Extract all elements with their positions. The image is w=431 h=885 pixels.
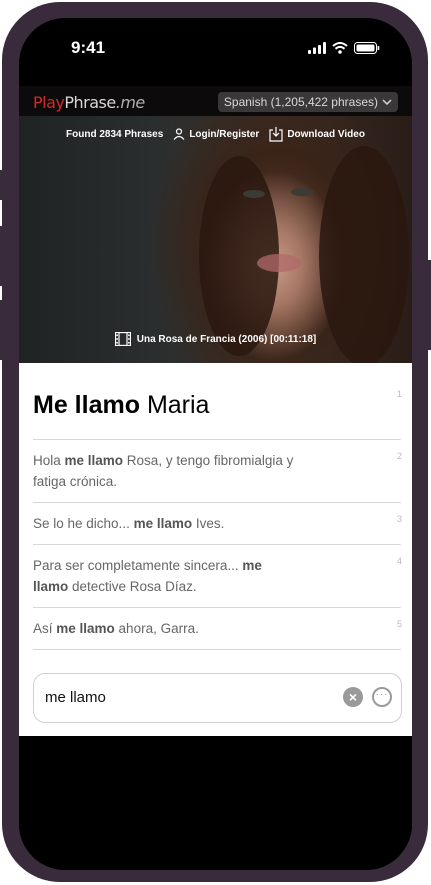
phrase-number: 3 (396, 514, 402, 524)
results-panel: Me llamo Maria 1 Hola me llamo Rosa, y t… (19, 363, 412, 736)
logo-phrase: Phrase (64, 93, 116, 112)
video-frame-shape (319, 146, 409, 363)
language-label: Spanish (1,205,422 phrases) (223, 95, 378, 109)
phrase-number: 2 (396, 451, 402, 461)
video-toolbar: Found 2834 Phrases Login/Register Downlo… (19, 126, 412, 142)
current-phrase: Me llamo Maria (33, 391, 209, 420)
video-frame-shape (257, 254, 301, 272)
phrase-text: Para ser completamente sincera... me lla… (33, 558, 262, 594)
wifi-icon (332, 42, 348, 54)
video-frame-shape (243, 190, 265, 198)
phrase-text: Se lo he dicho... me llamo Ives. (33, 516, 225, 531)
login-label: Login/Register (189, 128, 260, 140)
list-item[interactable]: Hola me llamo Rosa, y tengo fibromialgia… (33, 439, 401, 502)
search-field[interactable]: me llamo × ··· (33, 673, 402, 723)
list-item[interactable]: Se lo he dicho... me llamo Ives. (33, 502, 401, 544)
download-icon (269, 127, 283, 142)
phrase-number: 4 (396, 556, 402, 566)
search-input[interactable]: me llamo (45, 689, 106, 706)
screen: 9:41 PlayPhrase.me Spanish (1,205,422 ph… (19, 18, 412, 870)
status-icons (308, 42, 380, 54)
phone-frame: 9:41 PlayPhrase.me Spanish (1,205,422 ph… (2, 2, 428, 882)
login-register-link[interactable]: Login/Register (173, 128, 259, 140)
video-player[interactable]: Found 2834 Phrases Login/Register Downlo… (19, 116, 412, 363)
language-select[interactable]: Spanish (1,205,422 phrases) (217, 92, 398, 112)
current-phrase-bold: Me llamo (33, 391, 140, 419)
list-item[interactable]: Así me llamo ahora, Garra. (33, 607, 401, 650)
logo-me: .me (115, 93, 146, 112)
phrase-number: 5 (396, 619, 402, 629)
status-time: 9:41 (71, 38, 106, 57)
caption-text: Una Rosa de Francia (2006) [00:11:18] (136, 333, 317, 345)
chevron-down-icon (382, 99, 392, 105)
battery-icon (354, 42, 380, 54)
current-phrase-rest: Maria (146, 391, 210, 419)
film-icon (114, 332, 131, 346)
phrase-number: 1 (396, 389, 402, 399)
phrase-text: Así me llamo ahora, Garra. (33, 621, 199, 636)
phrase-text: Hola me llamo Rosa, y tengo fibromialgia… (33, 453, 294, 489)
found-count: Found 2834 Phrases (66, 128, 164, 140)
download-label: Download Video (287, 128, 365, 140)
list-item[interactable]: Para ser completamente sincera... me lla… (33, 544, 401, 607)
download-video-button[interactable]: Download Video (269, 126, 365, 142)
site-logo[interactable]: PlayPhrase.me (33, 93, 145, 112)
signal-icon (308, 42, 326, 54)
clear-icon[interactable]: × (343, 687, 363, 707)
video-caption: Una Rosa de Francia (2006) [00:11:18] (19, 332, 412, 346)
site-header: PlayPhrase.me Spanish (1,205,422 phrases… (19, 86, 412, 116)
bottom-area (19, 736, 412, 870)
logo-play: Play (33, 93, 65, 112)
status-bar: 9:41 (19, 18, 412, 78)
more-options-icon[interactable]: ··· (372, 687, 392, 707)
video-frame-shape (291, 188, 313, 196)
user-icon (173, 128, 185, 140)
